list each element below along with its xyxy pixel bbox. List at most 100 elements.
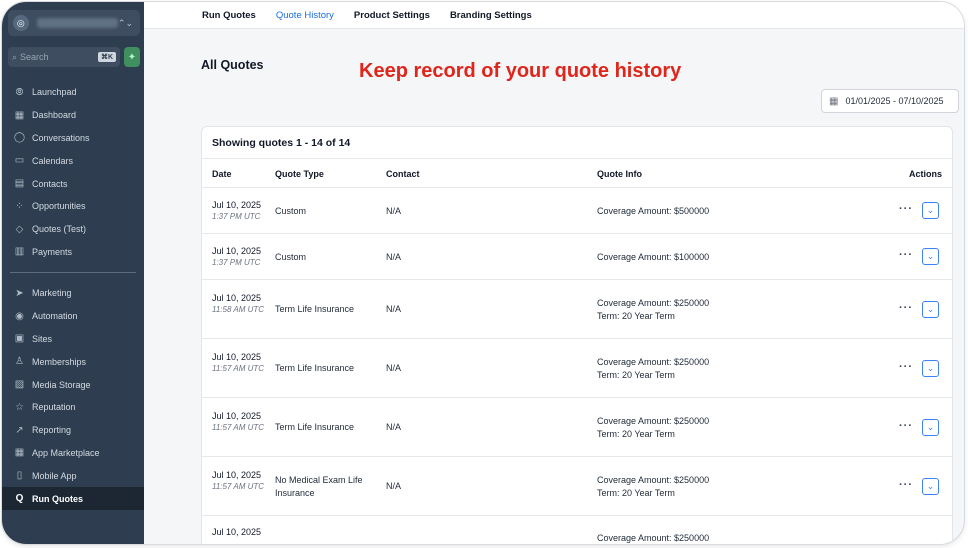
more-options-icon[interactable]: ···	[899, 203, 913, 215]
sidebar-item-automation[interactable]: ◉ Automation	[2, 305, 144, 328]
sidebar-item-label: Mobile App	[32, 470, 77, 481]
row-actions: ··· ⌄	[892, 457, 952, 516]
sidebar-item-label: Media Storage	[32, 379, 91, 390]
sidebar-item-label: Conversations	[32, 132, 90, 143]
star-icon: ☆	[15, 401, 24, 413]
row-actions: ··· ⌄	[892, 234, 952, 280]
sidebar-item-conversations[interactable]: ◯ Conversations	[2, 127, 144, 150]
sidebar-item-app-marketplace[interactable]: ▦ App Marketplace	[2, 442, 144, 465]
date-range-picker[interactable]: ▦ 01/01/2025 - 07/10/2025	[821, 89, 959, 113]
quote-date: Jul 10, 2025	[212, 411, 262, 421]
sidebar-item-label: Reputation	[32, 402, 76, 413]
sidebar-item-opportunities[interactable]: ⁘ Opportunities	[2, 195, 144, 218]
more-options-icon[interactable]: ···	[899, 249, 913, 261]
table-row: Jul 10, 2025 11:57 AM UTC Term Life Insura…	[202, 339, 952, 398]
sidebar-item-label: Payments	[32, 246, 73, 257]
coverage-amount: Coverage Amount: $100000	[597, 252, 710, 262]
quote-type: Term Life Insurance	[275, 363, 355, 373]
account-logo-icon: ◎	[13, 15, 29, 31]
launchpad-icon: ⦾	[15, 86, 24, 98]
quote-date-cell: Jul 10, 2025 11:58 AM UTC	[212, 292, 270, 316]
coverage-amount: Coverage Amount: $250000	[597, 416, 710, 426]
date-range-value: 01/01/2025 - 07/10/2025	[845, 96, 944, 106]
table-row: Jul 10, 2025 11:57 AM UTC No Medical Exam …	[202, 457, 952, 516]
sidebar-item-sites[interactable]: ▣ Sites	[2, 328, 144, 351]
run-quotes-icon: Q	[15, 493, 24, 505]
quote-time: 11:57 AM UTC	[212, 423, 265, 432]
sites-icon: ▣	[14, 333, 25, 345]
sidebar-item-media-storage[interactable]: ▨ Media Storage	[2, 373, 144, 396]
expand-row-button[interactable]: ⌄	[922, 301, 939, 318]
expand-row-button[interactable]: ⌄	[922, 248, 939, 265]
payments-icon: ▥	[14, 246, 25, 258]
quote-type: Custom	[275, 252, 307, 262]
showing-count: Showing quotes 1 - 14 of 14	[202, 127, 952, 159]
mobile-icon: ▯	[16, 470, 23, 482]
coverage-amount: Coverage Amount: $500000	[597, 206, 710, 216]
column-header-quote-type: Quote Type	[275, 169, 324, 179]
more-options-icon[interactable]: ···	[899, 302, 913, 314]
quote-date: Jul 10, 2025	[212, 352, 262, 362]
chevron-updown-icon: ⌃⌄	[117, 17, 133, 28]
coverage-amount: Coverage Amount: $250000	[597, 475, 710, 485]
sidebar: ◎ ⌃⌄ ⌕ Search ⌘K ✦ ⦾ Launchpad ▦ Dashboard ◯…	[2, 2, 144, 544]
membership-icon: ♙	[15, 356, 24, 368]
account-switcher[interactable]: ◎ ⌃⌄	[8, 10, 140, 36]
quote-contact: N/A	[386, 206, 402, 216]
sidebar-item-calendars[interactable]: ▭ Calendars	[2, 149, 144, 172]
quote-time: 11:57 AM UTC	[212, 364, 265, 373]
sidebar-item-label: Dashboard	[32, 110, 77, 121]
quote-info-cell: Coverage Amount: $250000 Term: 20 Year Te…	[597, 415, 709, 441]
quote-date: Jul 10, 2025	[212, 200, 262, 210]
quote-date-cell: Jul 10, 2025 1:37 PM UTC	[212, 245, 270, 269]
expand-row-button[interactable]: ⌄	[922, 419, 939, 436]
sidebar-item-payments[interactable]: ▥ Payments	[2, 241, 144, 264]
quote-date: Jul 10, 2025	[212, 246, 262, 256]
tab-branding-settings[interactable]: Branding Settings	[450, 10, 532, 21]
trend-icon: ↗	[15, 424, 24, 436]
sidebar-item-label: Automation	[32, 311, 78, 322]
sidebar-item-run-quotes[interactable]: Q Run Quotes	[2, 487, 144, 510]
tab-product-settings[interactable]: Product Settings	[354, 10, 430, 21]
expand-row-button[interactable]: ⌄	[922, 478, 939, 495]
more-options-icon[interactable]: ···	[899, 479, 913, 491]
expand-row-button[interactable]: ⌄	[922, 360, 939, 377]
search-row: ⌕ Search ⌘K ✦	[8, 47, 140, 67]
table-body: Jul 10, 2025 1:37 PM UTC Custom N/A Coverage…	[202, 188, 952, 544]
expand-row-button[interactable]: ⌄	[922, 202, 939, 219]
sidebar-item-contacts[interactable]: ▤ Contacts	[2, 172, 144, 195]
search-input[interactable]: ⌕ Search ⌘K	[8, 47, 120, 67]
quote-time: 11:58 AM UTC	[212, 305, 265, 314]
sidebar-item-quotes-test[interactable]: ◇ Quotes (Test)	[2, 218, 144, 241]
quote-info-cell: Coverage Amount: $250000 Term: 20 Year Te…	[597, 474, 709, 500]
sidebar-item-memberships[interactable]: ♙ Memberships	[2, 350, 144, 373]
sidebar-item-label: Launchpad	[32, 87, 77, 98]
column-header-quote-info: Quote Info	[597, 169, 642, 179]
sidebar-item-reporting[interactable]: ↗ Reporting	[2, 419, 144, 442]
sidebar-divider	[10, 272, 136, 273]
quote-time: 1:37 PM UTC	[212, 258, 261, 267]
sidebar-item-launchpad[interactable]: ⦾ Launchpad	[2, 81, 144, 104]
table-row: Jul 10, 2025 1:37 PM UTC Custom N/A Coverage…	[202, 234, 952, 280]
quote-date-cell: Jul 10, 2025 11:57 AM UTC	[212, 469, 270, 493]
sparkle-icon: ✦	[127, 51, 137, 63]
sidebar-item-label: Opportunities	[32, 201, 86, 212]
more-options-icon[interactable]: ···	[899, 420, 913, 432]
sidebar-item-mobile-app[interactable]: ▯ Mobile App	[2, 464, 144, 487]
more-options-icon[interactable]: ···	[899, 361, 913, 373]
tab-quote-history[interactable]: Quote History	[276, 10, 334, 21]
calendar-icon: ▭	[14, 155, 25, 167]
sidebar-item-dashboard[interactable]: ▦ Dashboard	[2, 104, 144, 127]
quote-contact: N/A	[386, 252, 402, 262]
sidebar-item-marketing[interactable]: ➤ Marketing	[2, 282, 144, 305]
sidebar-item-reputation[interactable]: ☆ Reputation	[2, 396, 144, 419]
search-shortcut: ⌘K	[97, 52, 116, 62]
promo-banner-text: Keep record of your quote history	[359, 60, 682, 82]
tab-run-quotes[interactable]: Run Quotes	[202, 10, 256, 21]
search-icon: ⌕	[12, 51, 18, 62]
sidebar-item-label: Calendars	[32, 155, 74, 166]
ai-assistant-button[interactable]: ✦	[124, 47, 140, 67]
quote-type: Term Life Insurance	[275, 422, 355, 432]
term-length: Term: 20 Year Term	[597, 429, 675, 439]
sidebar-nav-top: ⦾ Launchpad ▦ Dashboard ◯ Conversations ▭ Calen…	[2, 81, 144, 263]
